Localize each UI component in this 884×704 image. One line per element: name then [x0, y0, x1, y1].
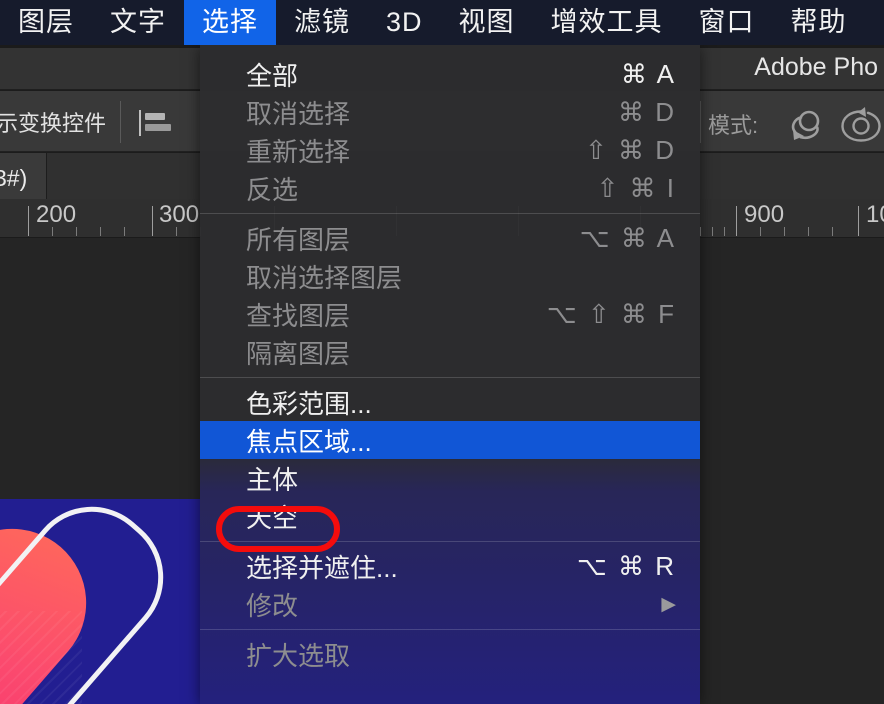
menubar-item-3[interactable]: 滤镜 — [276, 0, 368, 45]
menubar-item-label: 图层 — [18, 7, 74, 37]
artwork-thumbnail — [0, 499, 200, 704]
ruler-tick-minor — [784, 227, 785, 236]
menu-item-shortcut: ⌘ D — [618, 96, 676, 127]
ruler-label: 900 — [744, 201, 785, 228]
options-divider — [120, 101, 121, 143]
application-menubar: 图层 文字 选择 滤镜 3D 视图 增效工具 窗口 帮助 — [0, 0, 884, 45]
ruler-tick-major — [736, 206, 737, 236]
menu-item[interactable]: 选择并遮住... ⌥ ⌘ R — [200, 547, 700, 585]
menu-item-label: 取消选择图层 — [246, 262, 403, 293]
align-bar — [145, 124, 171, 131]
ruler-label: 200 — [36, 201, 77, 228]
align-left-icon[interactable] — [137, 110, 173, 136]
ruler-tick-minor — [712, 227, 713, 236]
menubar-item-label: 3D — [386, 7, 423, 37]
show-transform-controls-label: 示变换控件 — [0, 111, 107, 136]
ruler-tick-minor — [124, 227, 125, 236]
menu-item-shortcut: ⇧ ⌘ D — [584, 134, 676, 165]
menubar-item-label: 视图 — [458, 7, 515, 37]
menu-separator — [200, 623, 700, 635]
menu-item[interactable]: 主体 — [200, 459, 700, 497]
menubar-item-label: 窗口 — [698, 7, 755, 37]
menu-separator — [200, 371, 700, 383]
menu-item: 查找图层 ⌥ ⇧ ⌘ F — [200, 295, 700, 333]
document-tab-label: 3#) — [0, 165, 28, 191]
menubar-item-label: 帮助 — [790, 7, 847, 37]
ruler-tick-minor — [724, 227, 725, 236]
menubar-item-6[interactable]: 增效工具 — [533, 0, 681, 45]
menu-item: 取消选择图层 — [200, 257, 700, 295]
menu-item: 修改 ▶ — [200, 585, 700, 623]
menu-item-shortcut: ⌥ ⌘ R — [576, 550, 676, 581]
ruler-tick-minor — [700, 227, 701, 236]
menu-item[interactable]: 天空 — [200, 497, 700, 535]
menubar-item-label: 文字 — [110, 7, 166, 37]
menu-separator — [200, 535, 700, 547]
artwork-hatch-pattern — [0, 611, 82, 704]
menubar-item-0[interactable]: 图层 — [0, 0, 92, 45]
menu-item-shortcut: ⇧ ⌘ I — [596, 172, 676, 203]
menu-item-shortcut: ⌥ ⌘ A — [579, 222, 676, 253]
menu-item: 取消选择 ⌘ D — [200, 93, 700, 131]
menu-separator — [200, 207, 700, 219]
select-menu-list: 全部 ⌘ A 取消选择 ⌘ D 重新选择 ⇧ ⌘ D 反选 ⇧ ⌘ I 所有图层 ⌥ ⌘ A 取消选… — [200, 45, 700, 673]
align-rail — [139, 110, 141, 136]
menu-item-label: 反选 — [246, 174, 299, 205]
orbit-3d-icon[interactable] — [838, 105, 884, 145]
menu-item-shortcut: ⌥ ⇧ ⌘ F — [546, 298, 676, 329]
menu-item-label: 取消选择 — [246, 98, 351, 129]
ruler-label: 10 — [866, 201, 884, 228]
menubar-item-7[interactable]: 窗口 — [681, 0, 773, 45]
menu-item-label: 焦点区域... — [246, 426, 372, 457]
menubar-item-8[interactable]: 帮助 — [773, 0, 865, 45]
menu-item-label: 重新选择 — [246, 136, 351, 167]
select-menu-dropdown[interactable]: 全部 ⌘ A 取消选择 ⌘ D 重新选择 ⇧ ⌘ D 反选 ⇧ ⌘ I 所有图层 ⌥ ⌘ A 取消选… — [200, 45, 700, 704]
mode-label: 模式: — [708, 113, 759, 138]
menu-item-label: 查找图层 — [246, 300, 351, 331]
menu-item-label: 扩大选取 — [246, 640, 351, 671]
menu-item: 扩大选取 — [200, 635, 700, 673]
menu-item: 反选 ⇧ ⌘ I — [200, 169, 700, 207]
menubar-item-2[interactable]: 选择 — [184, 0, 276, 45]
ruler-label: 300 — [159, 201, 200, 228]
menu-item-shortcut: ⌘ A — [620, 58, 676, 89]
app-window: 3#) 200 300 900 10 示变换控件 模式: — [0, 0, 884, 704]
menu-item-label: 隔离图层 — [246, 338, 351, 369]
menu-item-label: 所有图层 — [246, 224, 351, 255]
options-divider — [700, 101, 701, 143]
menubar-item-1[interactable]: 文字 — [92, 0, 184, 45]
menu-item[interactable]: 全部 ⌘ A — [200, 55, 700, 93]
menubar-item-4[interactable]: 3D — [368, 0, 441, 45]
align-bar — [145, 113, 165, 120]
ruler-tick-minor — [832, 227, 833, 236]
menu-item: 所有图层 ⌥ ⌘ A — [200, 219, 700, 257]
menu-item-label: 修改 — [246, 590, 299, 621]
menu-item-label: 天空 — [246, 502, 299, 533]
ruler-tick-minor — [100, 227, 101, 236]
menu-item-label: 选择并遮住... — [246, 552, 398, 583]
ruler-tick-minor — [808, 227, 809, 236]
menubar-item-label: 滤镜 — [294, 7, 350, 37]
rotate-3d-icon[interactable] — [784, 105, 830, 145]
menu-item: 重新选择 ⇧ ⌘ D — [200, 131, 700, 169]
app-title: Adobe Pho — [754, 53, 878, 81]
menu-item: 隔离图层 — [200, 333, 700, 371]
submenu-arrow-icon: ▶ — [661, 593, 676, 615]
menu-item[interactable]: 焦点区域... — [200, 421, 700, 459]
menu-item-label: 主体 — [246, 464, 299, 495]
menu-item-label: 全部 — [246, 60, 299, 91]
menu-item-label: 色彩范围... — [246, 388, 372, 419]
menu-item[interactable]: 色彩范围... — [200, 383, 700, 421]
ruler-tick-major — [858, 206, 859, 236]
menubar-item-label: 选择 — [202, 7, 258, 37]
menubar-item-5[interactable]: 视图 — [441, 0, 533, 45]
ruler-tick-major — [152, 206, 153, 236]
ruler-tick-minor — [76, 227, 77, 236]
menubar-item-label: 增效工具 — [550, 7, 663, 37]
ruler-tick-major — [28, 206, 29, 236]
